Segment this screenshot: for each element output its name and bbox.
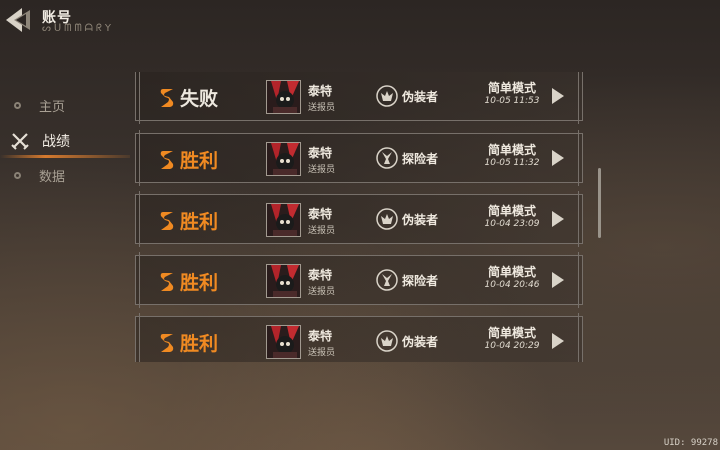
match-time: 10-04 23:09 (484, 219, 540, 229)
match-time: 10-05 11:32 (484, 158, 540, 168)
match-result-text: 胜利 (180, 211, 219, 233)
match-result: 失败 (158, 84, 218, 111)
sidebar-item-home[interactable]: 主页 (0, 88, 135, 123)
character-avatar (266, 142, 301, 176)
list-scrollbar[interactable] (598, 168, 601, 238)
sidebar-item-label: 数据 (39, 170, 66, 185)
play-arrow-icon[interactable] (552, 272, 564, 288)
circle-icon (14, 102, 21, 109)
camp-label: 伪装者 (402, 90, 439, 104)
game-mode: 简单模式 (487, 326, 536, 340)
game-mode: 简单模式 (487, 81, 536, 95)
match-result-text: 胜利 (180, 272, 219, 294)
character-avatar (266, 203, 301, 237)
disguiser-camp-icon (376, 208, 398, 230)
character-name: 泰特 (308, 329, 333, 343)
character-role: 送报员 (308, 165, 336, 175)
match-time: 10-04 20:29 (484, 341, 540, 351)
character-name: 泰特 (308, 268, 333, 282)
character-info: 泰特 送报员 (308, 205, 335, 236)
character-name: 泰特 (308, 207, 333, 221)
explorer-camp-icon (376, 147, 398, 169)
character-name: 泰特 (308, 146, 333, 160)
sidebar: 主页 战绩 数据 (0, 88, 135, 193)
result-s-icon (160, 211, 174, 230)
explorer-camp-icon (376, 269, 398, 291)
circle-icon (14, 172, 21, 179)
match-time: 10-05 11:53 (484, 96, 540, 106)
match-record-row[interactable]: 胜利 泰特 送报员 伪装者 简单模式 10-04 20:29 (135, 313, 583, 362)
top-bar: 账号 ᔕᑌᗰᗰᗩᖇY (0, 0, 720, 40)
character-info: 泰特 送报员 (308, 266, 335, 297)
game-mode: 简单模式 (487, 265, 536, 279)
match-result-text: 胜利 (180, 333, 219, 355)
sidebar-item-label: 主页 (39, 100, 66, 115)
character-role: 送报员 (308, 103, 336, 113)
play-arrow-icon[interactable] (552, 333, 564, 349)
game-mode: 简单模式 (487, 204, 536, 218)
camp-label: 伪装者 (402, 335, 439, 349)
match-result: 胜利 (158, 146, 218, 173)
match-record-list[interactable]: 失败 泰特 送报员 伪装者 简单模式 10-05 11:53 胜利 泰特 送报员… (135, 72, 585, 362)
match-result-text: 失败 (180, 88, 219, 110)
character-role: 送报员 (308, 287, 336, 297)
match-record-row[interactable]: 胜利 泰特 送报员 伪装者 简单模式 10-04 23:09 (135, 191, 583, 247)
character-avatar (266, 80, 301, 114)
crossed-swords-icon (11, 132, 29, 150)
uid-label: UID: 99278 (663, 438, 718, 448)
character-role: 送报员 (308, 226, 336, 236)
character-info: 泰特 送报员 (308, 327, 335, 358)
result-s-icon (160, 88, 174, 107)
match-result: 胜利 (158, 329, 218, 356)
play-arrow-icon[interactable] (552, 150, 564, 166)
result-s-icon (160, 150, 174, 169)
sidebar-item-records[interactable]: 战绩 (0, 123, 135, 158)
disguiser-camp-icon (376, 85, 398, 107)
play-arrow-icon[interactable] (552, 88, 564, 104)
character-avatar (266, 325, 301, 359)
match-result-text: 胜利 (180, 150, 219, 172)
result-s-icon (160, 333, 174, 352)
back-button[interactable] (4, 6, 38, 34)
play-arrow-icon[interactable] (552, 211, 564, 227)
match-record-row[interactable]: 胜利 泰特 送报员 探险者 简单模式 10-04 20:46 (135, 252, 583, 308)
camp-label: 探险者 (402, 152, 439, 166)
character-role: 送报员 (308, 348, 336, 358)
sidebar-item-label: 战绩 (42, 133, 70, 150)
page-subtitle: ᔕᑌᗰᗰᗩᖇY (42, 23, 115, 34)
character-name: 泰特 (308, 84, 333, 98)
camp-label: 探险者 (402, 274, 439, 288)
result-s-icon (160, 272, 174, 291)
sidebar-item-data[interactable]: 数据 (0, 158, 135, 193)
game-mode: 简单模式 (487, 143, 536, 157)
character-info: 泰特 送报员 (308, 82, 335, 113)
match-record-row[interactable]: 失败 泰特 送报员 伪装者 简单模式 10-05 11:53 (135, 72, 583, 124)
back-arrow-icon (6, 8, 30, 32)
character-avatar (266, 264, 301, 298)
match-record-row[interactable]: 胜利 泰特 送报员 探险者 简单模式 10-05 11:32 (135, 130, 583, 186)
camp-label: 伪装者 (402, 213, 439, 227)
match-result: 胜利 (158, 268, 218, 295)
disguiser-camp-icon (376, 330, 398, 352)
match-result: 胜利 (158, 207, 218, 234)
match-time: 10-04 20:46 (484, 280, 540, 290)
character-info: 泰特 送报员 (308, 144, 335, 175)
